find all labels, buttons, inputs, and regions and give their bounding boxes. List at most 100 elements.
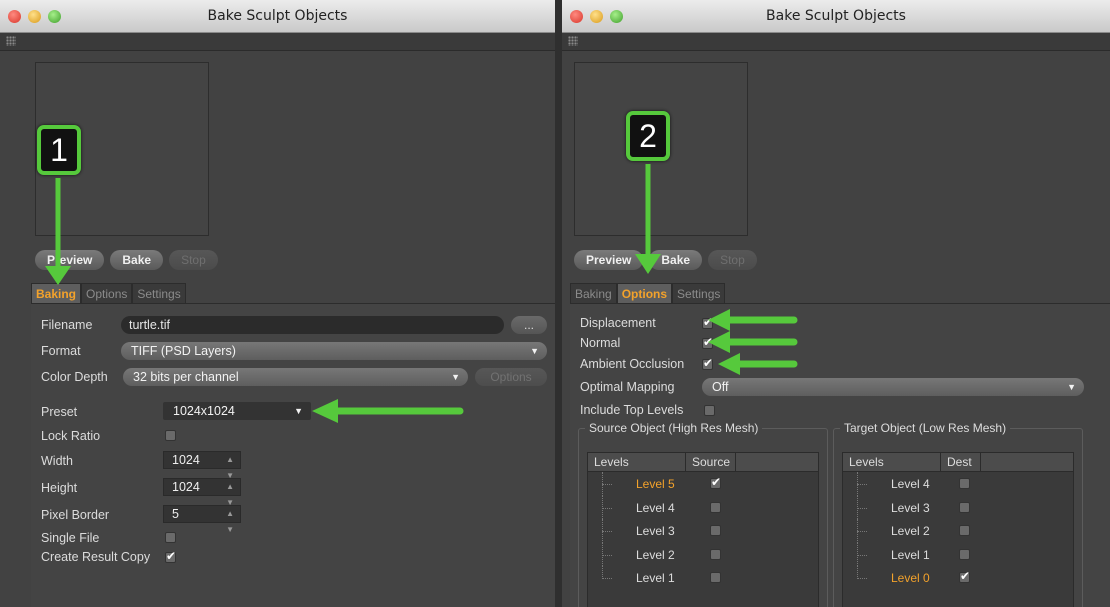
- table-row[interactable]: Level 4: [843, 472, 1073, 496]
- grip-icon[interactable]: [568, 36, 578, 46]
- include-top-levels-checkbox[interactable]: [704, 405, 715, 416]
- single-file-label: Single File: [41, 531, 100, 545]
- lock-ratio-checkbox[interactable]: [165, 430, 176, 441]
- bake-window-right: Bake Sculpt Objects Preview Bake Stop Ba…: [562, 0, 1110, 607]
- source-levels-table: Levels Source Level 5 Level 4 Level 3 Le…: [587, 452, 819, 607]
- height-label: Height: [41, 481, 78, 495]
- filename-label: Filename: [41, 318, 93, 332]
- table-row[interactable]: Level 4: [588, 495, 818, 519]
- pixel-border-stepper[interactable]: 5 ▲ ▼: [163, 505, 241, 534]
- level-label: Level 3: [891, 500, 930, 515]
- preset-dropdown[interactable]: 1024x1024 ▼: [163, 402, 311, 420]
- dest-checkbox[interactable]: [959, 525, 970, 536]
- stepper-arrows-icon[interactable]: ▲ ▼: [226, 506, 234, 538]
- source-checkbox[interactable]: [710, 525, 721, 536]
- include-top-levels-label: Include Top Levels: [580, 403, 684, 417]
- levels-column-header[interactable]: Levels: [588, 453, 686, 471]
- pixel-border-label: Pixel Border: [41, 508, 110, 522]
- dest-checkbox[interactable]: [959, 478, 970, 489]
- preset-label: Preset: [41, 405, 78, 419]
- table-row[interactable]: Level 5: [588, 472, 818, 496]
- table-row[interactable]: Level 3: [588, 519, 818, 543]
- dest-checkbox[interactable]: [959, 569, 970, 583]
- baking-panel: Filename turtle.tif ... Format TIFF (PSD…: [31, 303, 555, 607]
- options-panel: Displacement Normal Ambient Occlusion Op…: [570, 303, 1110, 607]
- level-label: Level 0: [891, 571, 930, 585]
- format-value: TIFF (PSD Layers): [131, 344, 236, 358]
- source-checkbox[interactable]: [710, 572, 721, 583]
- normal-checkbox[interactable]: [702, 335, 713, 349]
- displacement-checkbox[interactable]: [702, 315, 713, 329]
- table-row[interactable]: Level 3: [843, 495, 1073, 519]
- handle-bar[interactable]: [562, 33, 1110, 51]
- tab-baking[interactable]: Baking: [31, 283, 82, 303]
- target-group-title: Target Object (Low Res Mesh): [840, 421, 1011, 435]
- color-depth-dropdown[interactable]: 32 bits per channel ▼: [123, 368, 468, 386]
- width-label: Width: [41, 454, 73, 468]
- grip-icon[interactable]: [6, 36, 16, 46]
- handle-bar[interactable]: [0, 33, 555, 51]
- source-object-group: Source Object (High Res Mesh) Levels Sou…: [578, 421, 828, 607]
- preset-value: 1024x1024: [173, 404, 235, 418]
- width-value: 1024: [172, 453, 200, 467]
- level-label: Level 1: [891, 547, 930, 562]
- dest-checkbox[interactable]: [959, 501, 970, 513]
- title-bar[interactable]: Bake Sculpt Objects: [562, 0, 1110, 33]
- table-row[interactable]: Level 1: [588, 566, 818, 590]
- source-checkbox[interactable]: [710, 475, 721, 489]
- level-label: Level 1: [636, 571, 675, 585]
- optimal-mapping-value: Off: [712, 380, 729, 394]
- header-filler: [981, 453, 1073, 471]
- table-row[interactable]: Level 0: [843, 566, 1073, 590]
- filename-field[interactable]: turtle.tif: [121, 316, 504, 334]
- stop-button[interactable]: Stop: [708, 250, 757, 270]
- source-checkbox[interactable]: [710, 548, 721, 560]
- browse-button[interactable]: ...: [511, 316, 547, 334]
- stop-button[interactable]: Stop: [169, 250, 218, 270]
- preview-button[interactable]: Preview: [35, 250, 105, 270]
- dest-checkbox[interactable]: [959, 548, 970, 560]
- bake-button[interactable]: Bake: [110, 250, 164, 270]
- dropdown-arrow-icon: ▼: [1067, 382, 1076, 392]
- height-value: 1024: [172, 480, 200, 494]
- table-header: Levels Source: [588, 453, 818, 472]
- single-file-checkbox[interactable]: [165, 532, 176, 543]
- levels-column-header[interactable]: Levels: [843, 453, 941, 471]
- preview-button[interactable]: Preview: [574, 250, 644, 270]
- tab-settings[interactable]: Settings: [672, 283, 726, 303]
- color-depth-label: Color Depth: [41, 370, 108, 384]
- table-row[interactable]: Level 2: [843, 519, 1073, 543]
- dest-column-header[interactable]: Dest: [941, 453, 981, 471]
- level-label: Level 2: [891, 524, 930, 538]
- create-copy-checkbox[interactable]: [165, 549, 176, 563]
- callout-badge-1: 1: [37, 125, 81, 175]
- source-checkbox[interactable]: [710, 501, 721, 513]
- level-label: Level 2: [636, 547, 675, 562]
- tab-baking[interactable]: Baking: [570, 283, 617, 303]
- tab-settings[interactable]: Settings: [132, 283, 186, 303]
- tab-options[interactable]: Options: [616, 283, 673, 303]
- ambient-occlusion-label: Ambient Occlusion: [580, 357, 685, 371]
- optimal-mapping-dropdown[interactable]: Off ▼: [702, 378, 1084, 396]
- lock-ratio-label: Lock Ratio: [41, 429, 101, 443]
- source-column-header[interactable]: Source: [686, 453, 736, 471]
- dropdown-arrow-icon: ▼: [294, 406, 303, 416]
- tab-options[interactable]: Options: [81, 283, 133, 303]
- bake-button[interactable]: Bake: [649, 250, 703, 270]
- dropdown-arrow-icon: ▼: [530, 346, 539, 356]
- width-stepper[interactable]: 1024 ▲ ▼: [163, 451, 241, 480]
- format-dropdown[interactable]: TIFF (PSD Layers) ▼: [121, 342, 547, 360]
- ambient-occlusion-checkbox[interactable]: [702, 356, 713, 370]
- options-button[interactable]: Options: [475, 368, 547, 386]
- table-row[interactable]: Level 2: [588, 542, 818, 566]
- level-label: Level 5: [636, 477, 675, 491]
- pixel-border-value: 5: [172, 507, 179, 521]
- color-depth-value: 32 bits per channel: [133, 370, 239, 384]
- title-bar[interactable]: Bake Sculpt Objects: [0, 0, 555, 33]
- normal-label: Normal: [580, 336, 621, 350]
- height-stepper[interactable]: 1024 ▲ ▼: [163, 478, 241, 507]
- optimal-mapping-label: Optimal Mapping: [580, 380, 675, 394]
- table-row[interactable]: Level 1: [843, 542, 1073, 566]
- level-label: Level 4: [891, 477, 930, 491]
- level-label: Level 3: [636, 524, 675, 538]
